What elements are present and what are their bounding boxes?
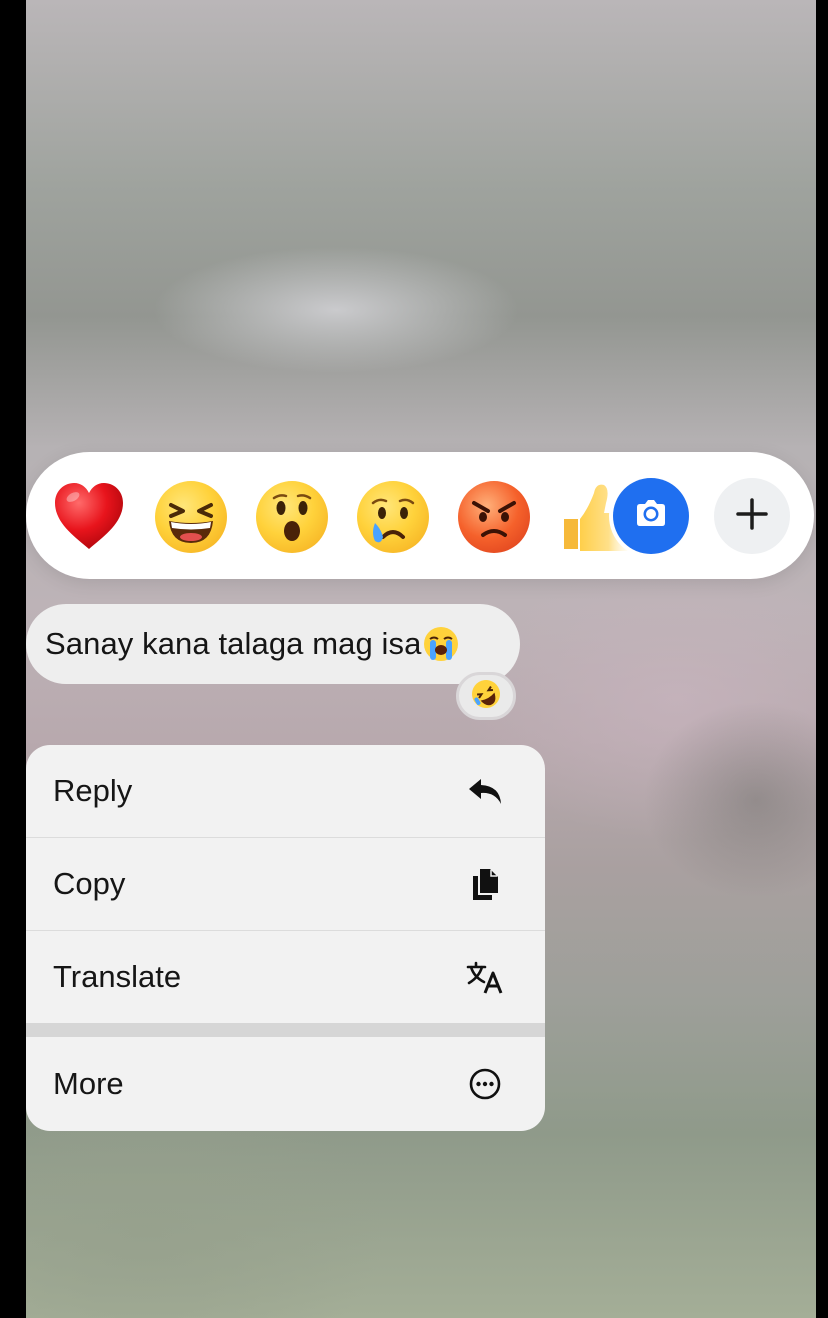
crying-reaction-icon[interactable] xyxy=(357,481,429,553)
chat-screen: Sanay kana talaga mag isa Reply Copy Tra… xyxy=(26,0,816,1318)
heart-reaction-icon[interactable] xyxy=(53,481,125,553)
menu-group-separator xyxy=(26,1023,545,1037)
menu-item-label: Reply xyxy=(53,773,133,808)
surprised-reaction-icon[interactable] xyxy=(256,481,328,553)
menu-item-more[interactable]: More xyxy=(26,1037,545,1131)
menu-item-label: Copy xyxy=(53,866,126,901)
reply-arrow-icon xyxy=(465,771,505,811)
copy-icon xyxy=(465,864,505,904)
laughing-reaction-icon[interactable] xyxy=(155,481,227,553)
loudly-crying-emoji-icon xyxy=(423,626,459,662)
menu-item-copy[interactable]: Copy xyxy=(26,838,545,930)
menu-item-label: Translate xyxy=(53,959,182,994)
message-bubble[interactable]: Sanay kana talaga mag isa xyxy=(26,604,520,684)
rolling-laughing-emoji-icon xyxy=(470,678,502,715)
plus-icon xyxy=(732,494,772,539)
menu-item-reply[interactable]: Reply xyxy=(26,745,545,837)
translate-icon xyxy=(465,957,505,997)
message-text: Sanay kana talaga mag isa xyxy=(45,626,422,661)
menu-item-label: More xyxy=(53,1066,124,1101)
menu-item-translate[interactable]: Translate xyxy=(26,931,545,1023)
add-reaction-button[interactable] xyxy=(714,478,790,554)
message-reaction-badge[interactable] xyxy=(456,672,516,720)
more-ellipsis-icon xyxy=(465,1064,505,1104)
camera-button[interactable] xyxy=(613,478,689,554)
angry-reaction-icon[interactable] xyxy=(458,481,530,553)
context-menu: Reply Copy Translate More xyxy=(26,745,545,1131)
camera-icon xyxy=(631,494,671,539)
